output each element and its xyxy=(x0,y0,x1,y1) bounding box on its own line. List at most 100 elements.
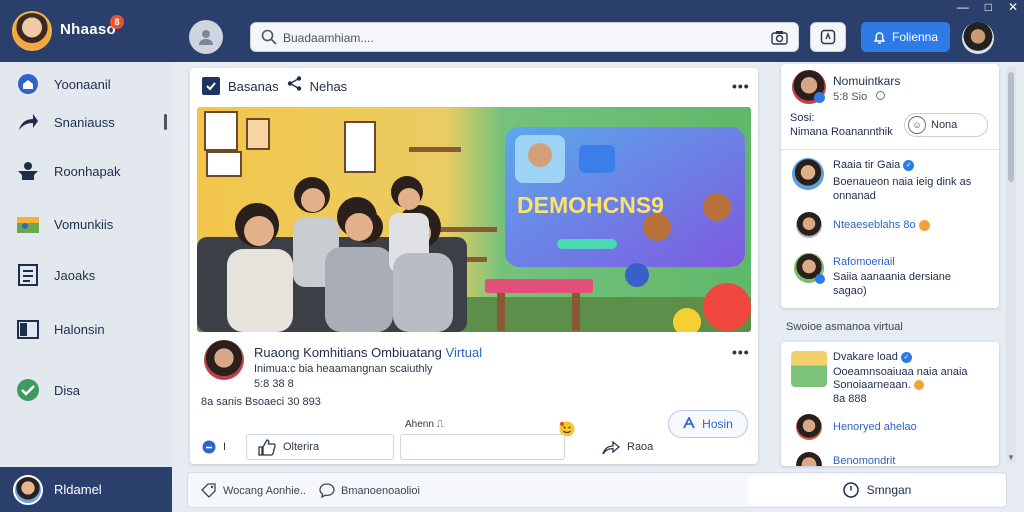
search-icon xyxy=(261,29,277,50)
comment-box[interactable] xyxy=(400,434,565,460)
verified-icon xyxy=(815,274,825,284)
camera-icon[interactable] xyxy=(771,30,788,50)
scrollbar-thumb[interactable] xyxy=(1008,72,1014,182)
bell-icon xyxy=(873,31,886,44)
composer-bar: Wocang Aonhie.. Bmanoenoaolioi Smngan xyxy=(187,472,1007,508)
post-header: Basanas Nehas xyxy=(202,76,347,96)
post-more-options-icon[interactable]: ••• xyxy=(732,344,750,360)
right-bottom-line2-text: Sonoiaarneaan. xyxy=(833,379,911,391)
right-scrollbar[interactable]: ▼ xyxy=(1006,66,1016,464)
sidebar-profile[interactable]: Rldamel xyxy=(0,467,172,512)
right-item-name-1[interactable]: Nteaeseblahs 8o xyxy=(833,219,930,231)
header-cta-label: Folienna xyxy=(891,30,939,44)
like-label: Olterira xyxy=(283,441,320,453)
share-label: Raoa xyxy=(627,441,654,453)
post-title[interactable]: Ruaong Komhitians Ombiuatang Virtual xyxy=(254,345,482,360)
composer-item-1[interactable]: Wocang Aonhie.. xyxy=(201,483,306,498)
messages-button[interactable] xyxy=(810,22,846,52)
account-avatar[interactable] xyxy=(962,22,994,54)
avatar[interactable] xyxy=(792,158,824,190)
clock-icon xyxy=(842,482,859,498)
top-user-meta: 5:8 Sio xyxy=(833,91,886,103)
maximize-icon[interactable]: □ xyxy=(985,0,992,14)
post-image[interactable]: DEMOHCNS9 xyxy=(197,107,751,332)
scroll-marker xyxy=(164,114,167,130)
profile-nav-button[interactable] xyxy=(189,20,223,54)
avatar[interactable] xyxy=(796,414,822,440)
follow-label: Hosin xyxy=(702,417,733,431)
sidebar: Yoonaanil Snaniauss Roonhapak Vomunkiis … xyxy=(0,62,172,512)
close-icon[interactable]: ✕ xyxy=(1008,0,1018,14)
reaction-count-value: I xyxy=(223,441,227,453)
right-item-name-text: Raaia tir Gaia xyxy=(833,159,901,171)
svg-text:DEMOHCNS9: DEMOHCNS9 xyxy=(517,192,664,218)
sidebar-item-label: Jaoaks xyxy=(54,267,96,283)
sidebar-item-label: Snaniauss xyxy=(54,114,115,130)
verified-icon: ✓ xyxy=(903,159,915,171)
person-add-icon xyxy=(683,415,697,432)
checkbox-icon[interactable] xyxy=(202,77,220,95)
right-item-line1: Saiia aanaania dersiane xyxy=(833,271,952,283)
share-button[interactable]: Raoa xyxy=(602,434,653,460)
brand-avatar[interactable] xyxy=(12,11,52,51)
mini-label-text: Ahenn xyxy=(405,419,434,430)
header-cta-button[interactable]: Folienna xyxy=(861,22,950,52)
avatar[interactable] xyxy=(796,212,822,238)
chat-icon xyxy=(820,29,836,45)
more-options-icon[interactable]: ••• xyxy=(732,78,750,94)
post-author-avatar[interactable] xyxy=(204,340,244,380)
smile-icon: ☺ xyxy=(908,116,926,134)
top-bar: Nhaaso 8 Buadaamhiam.... Folienna — □ ✕ xyxy=(0,0,1024,62)
search-bar[interactable]: Buadaamhiam.... xyxy=(250,22,799,52)
sidebar-profile-label: Rldamel xyxy=(54,482,102,497)
top-user-name[interactable]: Nomuintkars xyxy=(833,74,900,88)
right-item-name-2[interactable]: Rafomoeriail xyxy=(833,256,895,268)
window-controls: — □ ✕ xyxy=(957,0,1018,14)
like-badge-icon xyxy=(202,440,216,454)
scroll-down-icon[interactable]: ▼ xyxy=(1007,453,1015,462)
like-button-content: Olterira xyxy=(258,434,319,460)
verified-icon: ✓ xyxy=(900,351,912,363)
share-icon[interactable] xyxy=(287,76,302,96)
avatar xyxy=(13,475,43,505)
composer-submit-button[interactable]: Smngan xyxy=(748,475,1006,505)
minimize-icon[interactable]: — xyxy=(957,0,969,14)
post-card: Basanas Nehas ••• DEMOHCNS9 Ruaong Komhi… xyxy=(190,68,758,464)
top-user-meta-text: 5:8 Sio xyxy=(833,91,868,103)
reaction-pill-label: Nona xyxy=(931,119,958,131)
sidebar-item-1[interactable]: Snaniauss xyxy=(0,100,172,144)
sidebar-item-4[interactable]: Jaoaks xyxy=(0,253,172,297)
post-meta: 5:8 38 8 xyxy=(254,378,294,390)
right-bottom-name-2[interactable]: Benomondrit xyxy=(833,455,895,467)
composer-item-2[interactable]: Bmanoenoaolioi xyxy=(319,483,420,498)
sidebar-item-2[interactable]: Roonhapak xyxy=(0,149,172,193)
brand-name: Nhaaso xyxy=(60,21,116,38)
thumbnail[interactable] xyxy=(791,351,827,387)
post-photo-illustration: DEMOHCNS9 xyxy=(197,107,751,332)
game-icon xyxy=(16,212,40,236)
sidebar-item-6[interactable]: Disa xyxy=(0,368,172,412)
reaction-pill-button[interactable]: ☺ Nona xyxy=(904,113,988,137)
home-icon xyxy=(16,72,40,96)
sidebar-item-3[interactable]: Vomunkiis xyxy=(0,202,172,246)
post-action-row: I Olterira Raoa xyxy=(200,434,748,460)
emoji-icon xyxy=(913,380,924,391)
right-bottom-line3: 8a 888 xyxy=(833,393,867,405)
sidebar-item-5[interactable]: Halonsin xyxy=(0,307,172,351)
post-stats: 8a sanis Bsoaeci 30 893 xyxy=(201,396,321,408)
share-arrow-icon xyxy=(602,440,620,455)
right-bottom-line2: Sonoiaarneaan. xyxy=(833,379,924,391)
post-header-link[interactable]: Nehas xyxy=(310,79,348,94)
right-item-name-0[interactable]: Raaia tir Gaia ✓ xyxy=(833,159,915,171)
search-input[interactable]: Buadaamhiam.... xyxy=(283,31,374,45)
composer-item-2-label: Bmanoenoaolioi xyxy=(341,484,420,497)
reaction-count[interactable]: I xyxy=(202,434,226,460)
right-bottom-name-0[interactable]: Dvakare load ✓ xyxy=(833,351,912,363)
sidebar-item-label: Yoonaanil xyxy=(54,76,111,92)
right-bottom-line1: Ooeamnsoaiuaa naia anaia xyxy=(833,366,968,378)
composer-item-1-label: Wocang Aonhie.. xyxy=(223,484,306,497)
notification-badge: 8 xyxy=(110,15,124,29)
right-bottom-name-1[interactable]: Henoryed ahelao xyxy=(833,421,917,433)
right-bottom-name-text: Dvakare load xyxy=(833,351,898,363)
emoji-icon xyxy=(918,219,930,231)
